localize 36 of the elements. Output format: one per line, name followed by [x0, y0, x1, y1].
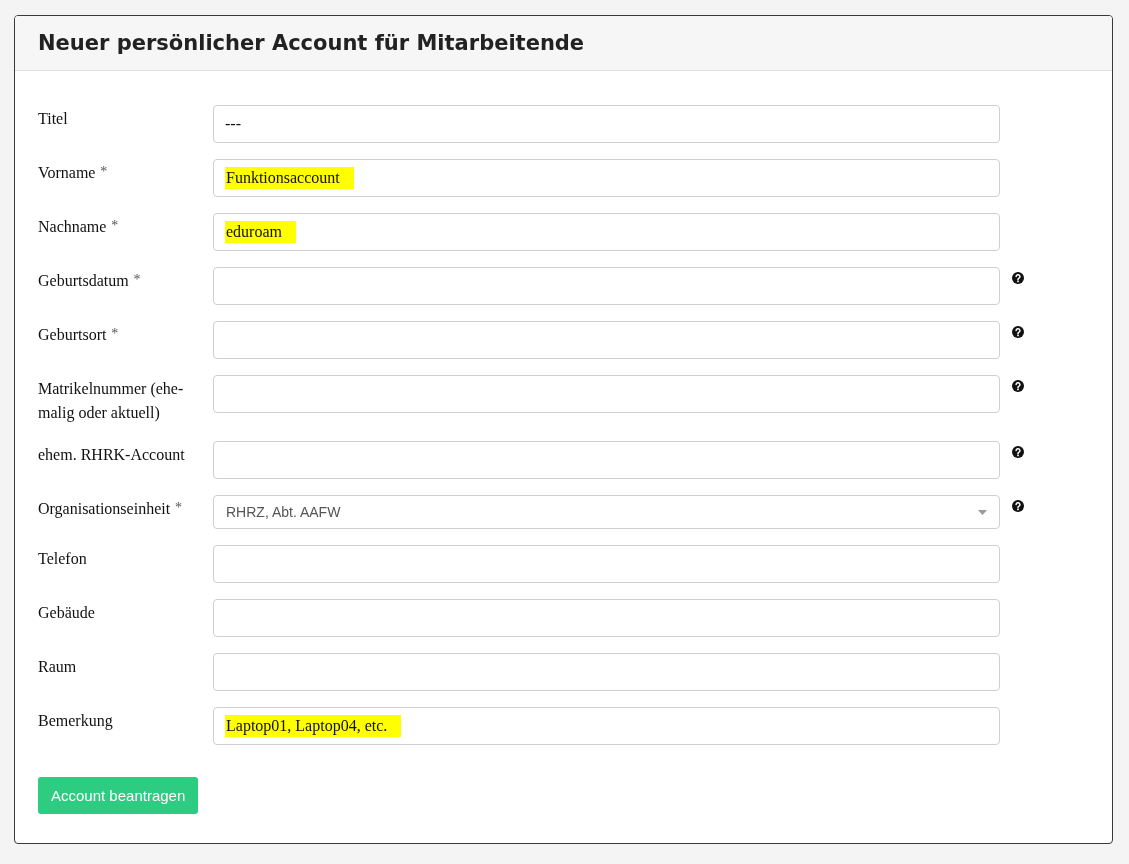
text-field[interactable] — [213, 441, 1000, 479]
text-field[interactable] — [213, 267, 1000, 305]
required-mark: * — [100, 164, 108, 179]
help-icon[interactable] — [1012, 446, 1024, 458]
text-field[interactable] — [213, 653, 1000, 691]
field-label: Vorname — [38, 164, 96, 181]
field-label: Gebäude — [38, 604, 95, 621]
required-mark: * — [111, 326, 119, 341]
required-mark: * — [133, 272, 141, 287]
text-field[interactable]: eduroam — [213, 213, 1000, 251]
text-field[interactable] — [213, 375, 1000, 413]
field-label: Raum — [38, 658, 77, 675]
select-field[interactable]: RHRZ, Abt. AAFW — [213, 495, 1000, 529]
text-field[interactable]: --- — [213, 105, 1000, 143]
text-field[interactable] — [213, 321, 1000, 359]
required-mark: * — [111, 218, 119, 233]
text-field[interactable]: Laptop01, Laptop04, etc. — [213, 707, 1000, 745]
field-label: Bemerkung — [38, 712, 113, 729]
field-label: Geburtsort — [38, 326, 107, 343]
required-mark: * — [174, 500, 182, 515]
help-icon[interactable] — [1012, 272, 1024, 284]
text-field[interactable] — [213, 599, 1000, 637]
field-label: Geburtsdatum — [38, 272, 129, 289]
help-icon[interactable] — [1012, 500, 1024, 512]
field-label: ehem. RHRK-Account — [38, 446, 185, 463]
card-title: Neuer persönlicher Account für Mitarbeitende — [38, 31, 585, 55]
field-label: Nachname — [38, 218, 107, 235]
help-icon[interactable] — [1012, 326, 1024, 338]
text-field[interactable]: Funktionsaccount — [213, 159, 1000, 197]
caret-icon — [978, 509, 987, 515]
field-label: Titel — [38, 110, 68, 127]
field-label: Telefon — [38, 550, 87, 567]
field-label: Organisationseinheit — [38, 500, 171, 517]
help-icon[interactable] — [1012, 380, 1024, 392]
text-field[interactable] — [213, 545, 1000, 583]
field-label: Matrikelnummer (ehe-malig oder aktuell) — [38, 380, 184, 421]
